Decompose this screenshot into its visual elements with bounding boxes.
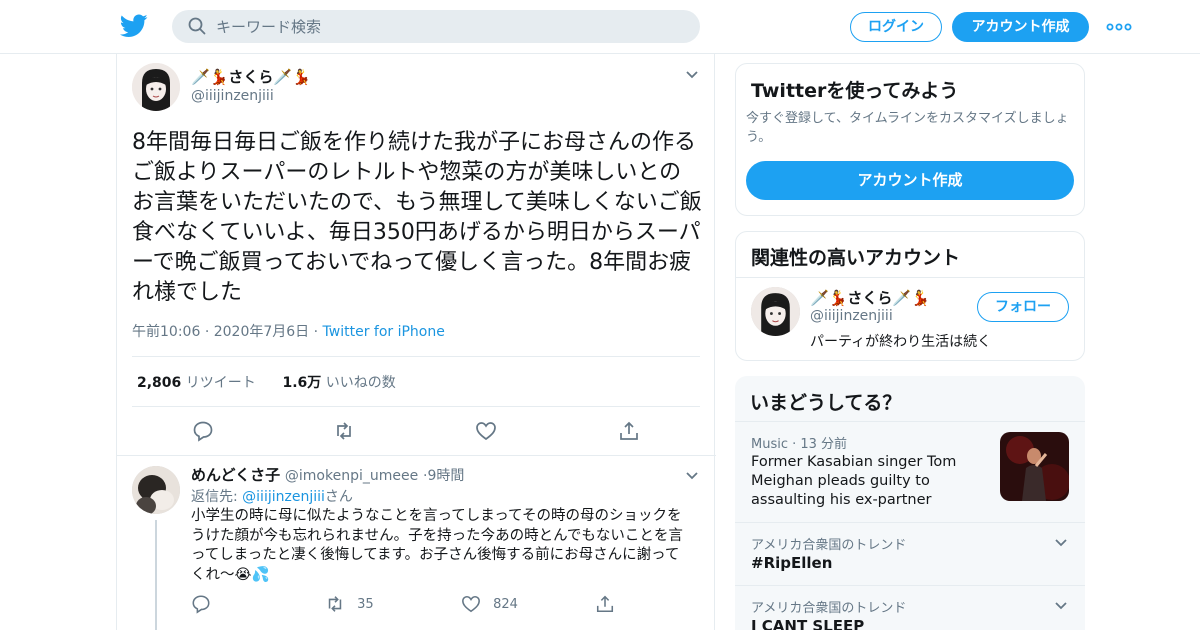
trend-meta: アメリカ合衆国のトレンド	[751, 601, 907, 616]
reply-avatar[interactable]	[132, 466, 180, 514]
trend-name[interactable]: I CANT SLEEP	[751, 617, 864, 630]
related-author-bio: パーティが終わり生活は続く	[810, 334, 992, 350]
reply-action-retweet[interactable]: 35	[325, 594, 374, 616]
news-thumbnail[interactable]	[1000, 432, 1069, 501]
search-input[interactable]	[216, 10, 686, 43]
search-icon	[188, 17, 206, 35]
trend-item[interactable]: Music · 13 分前 Former Kasabian singer Tom…	[735, 421, 1085, 523]
trend-meta: アメリカ合衆国のトレンド	[751, 538, 907, 553]
reply-suffix: さん	[324, 489, 353, 505]
reply-author-handle[interactable]: @imokenpi_umeee	[285, 468, 418, 484]
related-author-handle[interactable]: @iiijinzenjiii	[810, 308, 893, 324]
reply-to-link[interactable]: @iiijinzenjiii	[242, 489, 325, 505]
signup-card-subtitle: 今すぐ登録して、タイムラインをカスタマイズしましょう。	[746, 111, 1069, 145]
left-gutter	[0, 54, 116, 630]
thread-line	[155, 520, 157, 630]
signup-card-title: Twitterを使ってみよう	[751, 80, 959, 102]
more-options-icon[interactable]	[1106, 18, 1132, 36]
tweet-source-link[interactable]: Twitter for iPhone	[323, 324, 445, 340]
news-photo-icon	[1000, 432, 1069, 501]
like-count[interactable]: 1.6万	[282, 375, 321, 391]
reply-action-share[interactable]	[595, 594, 615, 616]
follow-button[interactable]: フォロー	[977, 292, 1069, 322]
chevron-down-icon[interactable]	[1054, 601, 1068, 611]
chevron-down-icon[interactable]	[685, 70, 699, 80]
reply-action-reply[interactable]	[191, 594, 211, 616]
share-icon[interactable]	[618, 420, 640, 442]
trend-name[interactable]: #RipEllen	[751, 554, 832, 572]
divider	[117, 455, 716, 456]
retweet-label[interactable]: リツイート	[186, 375, 256, 391]
twitter-bird-icon[interactable]	[120, 13, 148, 39]
avatar-photo-icon	[132, 466, 180, 514]
reply-time[interactable]: 9時間	[427, 468, 464, 484]
trends-panel: いまどうしてる？ Music · 13 分前 Former Kasabian s…	[735, 376, 1085, 630]
reply-icon[interactable]	[191, 594, 211, 614]
retweet-icon[interactable]	[325, 594, 345, 614]
tweet-date[interactable]: 2020年7月6日	[214, 324, 309, 340]
signup-card: Twitterを使ってみよう 今すぐ登録して、タイムラインをカスタマイズしましょ…	[735, 63, 1085, 216]
related-author-name[interactable]: 🗡️💃さくら🗡️💃	[810, 287, 930, 308]
related-accounts-card: 関連性の高いアカウント 🗡️💃さくら🗡️💃 @iiijinzenjiii パーテ…	[735, 231, 1085, 361]
tweet-timestamp: 午前10:06 · 2020年7月6日 · Twitter for iPhone	[132, 321, 445, 341]
divider	[132, 406, 700, 407]
avatar-illustration-icon	[751, 287, 800, 336]
trend-item[interactable]: アメリカ合衆国のトレンド I CANT SLEEP	[735, 585, 1085, 630]
tweet-text: 8年間毎日毎日ご飯を作り続けた我が子にお母さんの作るご飯よりスーパーのレトルトや…	[132, 130, 702, 305]
separator-dot: ·	[204, 324, 214, 340]
separator-dot: ·	[313, 324, 323, 340]
avatar[interactable]	[132, 63, 180, 111]
avatar-illustration-icon	[132, 63, 180, 111]
signup-button[interactable]: アカウント作成	[952, 12, 1089, 42]
reply-like-count: 824	[493, 596, 518, 612]
reply-context: 返信先: @iiijinzenjiiiさん	[191, 486, 353, 506]
chevron-down-icon[interactable]	[1054, 538, 1068, 548]
trend-item[interactable]: アメリカ合衆国のトレンド #RipEllen	[735, 522, 1085, 586]
trend-meta: Music · 13 分前	[751, 437, 848, 452]
like-icon[interactable]	[475, 420, 497, 442]
reply-text: 小学生の時に母に似たようなことを言ってしまってその時の母のショックをうけた顔が今…	[191, 508, 683, 583]
login-button[interactable]: ログイン	[850, 12, 942, 42]
reply-action-like[interactable]: 824	[461, 594, 518, 616]
signup-card-button[interactable]: アカウント作成	[746, 161, 1074, 200]
tweet-column: 🗡️💃さくら🗡️💃 @iiijinzenjiii 8年間毎日毎日ご飯を作り続けた…	[116, 54, 716, 630]
related-avatar[interactable]	[751, 287, 800, 336]
tweet-author-name[interactable]: 🗡️💃さくら🗡️💃	[191, 66, 311, 87]
tweet-time[interactable]: 午前10:06	[132, 324, 200, 340]
chevron-down-icon[interactable]	[685, 471, 699, 481]
reply-prefix: 返信先:	[191, 489, 243, 505]
tweet-stats: 2,806 リツイート 1.6万 いいねの数	[137, 372, 396, 392]
share-icon[interactable]	[595, 594, 615, 614]
like-label[interactable]: いいねの数	[326, 375, 396, 391]
divider	[736, 277, 1084, 278]
like-icon[interactable]	[461, 594, 481, 614]
search-bar[interactable]	[172, 10, 700, 43]
divider	[132, 356, 700, 357]
retweet-icon[interactable]	[333, 420, 355, 442]
reply-retweet-count: 35	[357, 596, 374, 612]
reply-author-name[interactable]: めんどくさ子	[191, 466, 280, 484]
retweet-count[interactable]: 2,806	[137, 375, 181, 391]
reply-author[interactable]: めんどくさ子 @imokenpi_umeee ·9時間	[191, 464, 464, 485]
top-navigation-bar: ログイン アカウント作成	[0, 0, 1200, 54]
trends-title: いまどうしてる？	[750, 392, 902, 414]
trend-headline[interactable]: Former Kasabian singer Tom Meighan plead…	[751, 453, 989, 510]
tweet-author-handle[interactable]: @iiijinzenjiii	[191, 88, 274, 104]
related-card-title: 関連性の高いアカウント	[751, 247, 961, 269]
reply-icon[interactable]	[192, 420, 214, 442]
